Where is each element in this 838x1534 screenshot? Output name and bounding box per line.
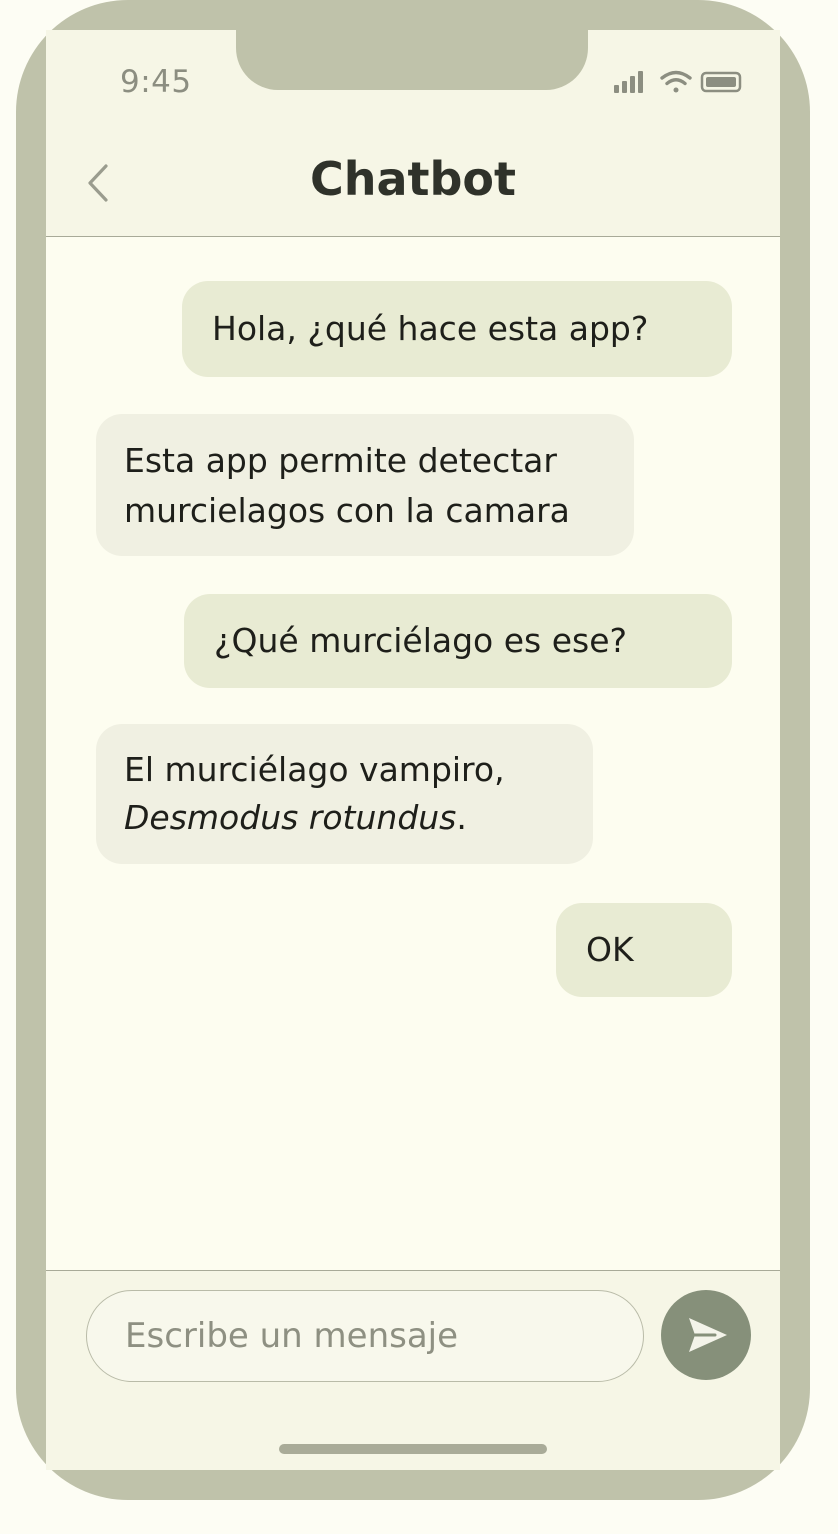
signal-icon — [614, 71, 643, 93]
header-divider — [46, 236, 780, 237]
message-bubble-bot: Esta app permite detectar murcielagos co… — [96, 414, 634, 556]
message-text: . — [456, 798, 467, 837]
message-text: OK — [586, 930, 634, 969]
message-bubble-user: ¿Qué murciélago es ese? — [184, 594, 732, 688]
send-button[interactable] — [661, 1290, 751, 1380]
message-text: murcielagos con la camara — [124, 491, 570, 530]
message-text: Hola, ¿qué hace esta app? — [212, 309, 649, 348]
message-text: Esta app permite detectar — [124, 441, 557, 480]
message-bubble-user: Hola, ¿qué hace esta app? — [182, 281, 732, 377]
message-text: El murciélago vampiro, — [124, 750, 505, 789]
wifi-icon — [660, 70, 692, 93]
page-title: Chatbot — [309, 152, 517, 206]
home-indicator — [279, 1444, 547, 1454]
send-icon — [689, 1318, 727, 1352]
message-input[interactable] — [86, 1290, 644, 1382]
message-text-italic: Desmodus rotundus — [124, 798, 457, 837]
message-bubble-user: OK — [556, 903, 732, 997]
message-bubble-bot: El murciélago vampiro, Desmodus rotundus… — [96, 724, 593, 864]
composer-divider — [46, 1270, 780, 1271]
status-icons — [612, 68, 744, 98]
status-time: 9:45 — [120, 64, 192, 100]
message-text: ¿Qué murciélago es ese? — [214, 621, 628, 660]
battery-icon — [700, 71, 742, 93]
device-notch — [236, 30, 588, 90]
